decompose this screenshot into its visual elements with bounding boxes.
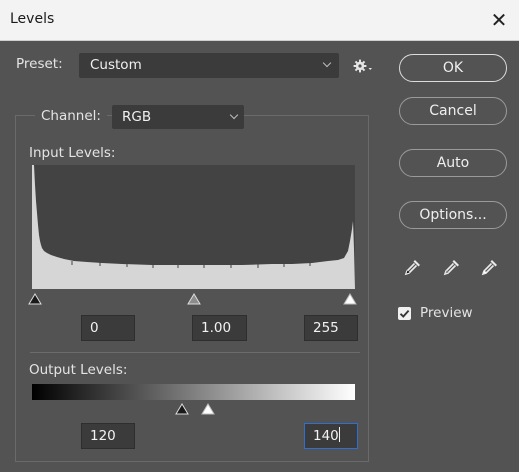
preset-label: Preset: (16, 56, 63, 72)
output-black-slider[interactable] (175, 403, 189, 419)
gray-eyedropper-icon[interactable] (441, 256, 463, 278)
auto-button[interactable]: Auto (399, 149, 507, 177)
output-black-field[interactable]: 120 (81, 423, 135, 449)
channel-label-wrap: Channel: (35, 105, 107, 129)
black-eyedropper-icon[interactable] (402, 256, 424, 278)
channel-dropdown[interactable]: RGB (112, 105, 244, 129)
chevron-down-icon (229, 110, 239, 120)
section-divider (30, 352, 360, 353)
output-white-value: 140 (313, 428, 339, 444)
preset-dropdown[interactable]: Custom (79, 53, 339, 78)
input-white-field[interactable]: 255 (304, 315, 358, 341)
preview-checkbox[interactable] (398, 307, 411, 320)
window-title: Levels (10, 11, 55, 27)
input-levels-label: Input Levels: (29, 145, 116, 161)
output-levels-label: Output Levels: (29, 362, 128, 378)
input-white-slider[interactable] (343, 293, 357, 309)
ok-button[interactable]: OK (399, 54, 507, 82)
title-bar (0, 0, 519, 41)
input-black-field[interactable]: 0 (81, 315, 135, 341)
output-gradient-bar (32, 384, 355, 400)
input-black-slider[interactable] (28, 293, 42, 309)
channel-value: RGB (122, 109, 152, 125)
input-gamma-field[interactable]: 1.00 (192, 315, 247, 341)
cancel-button[interactable]: Cancel (399, 97, 507, 125)
white-eyedropper-icon[interactable] (479, 256, 501, 278)
output-white-field[interactable]: 140 (304, 423, 358, 449)
preset-value: Custom (90, 57, 142, 73)
close-icon[interactable]: ✕ (484, 6, 514, 34)
options-button[interactable]: Options... (399, 201, 507, 229)
chevron-down-icon (322, 58, 332, 68)
channel-label: Channel: (41, 108, 101, 124)
histogram (32, 165, 355, 289)
output-white-slider[interactable] (201, 403, 215, 419)
input-gamma-slider[interactable] (187, 293, 201, 309)
text-cursor (338, 427, 340, 442)
preview-label: Preview (420, 305, 473, 321)
gear-icon[interactable] (352, 57, 374, 75)
